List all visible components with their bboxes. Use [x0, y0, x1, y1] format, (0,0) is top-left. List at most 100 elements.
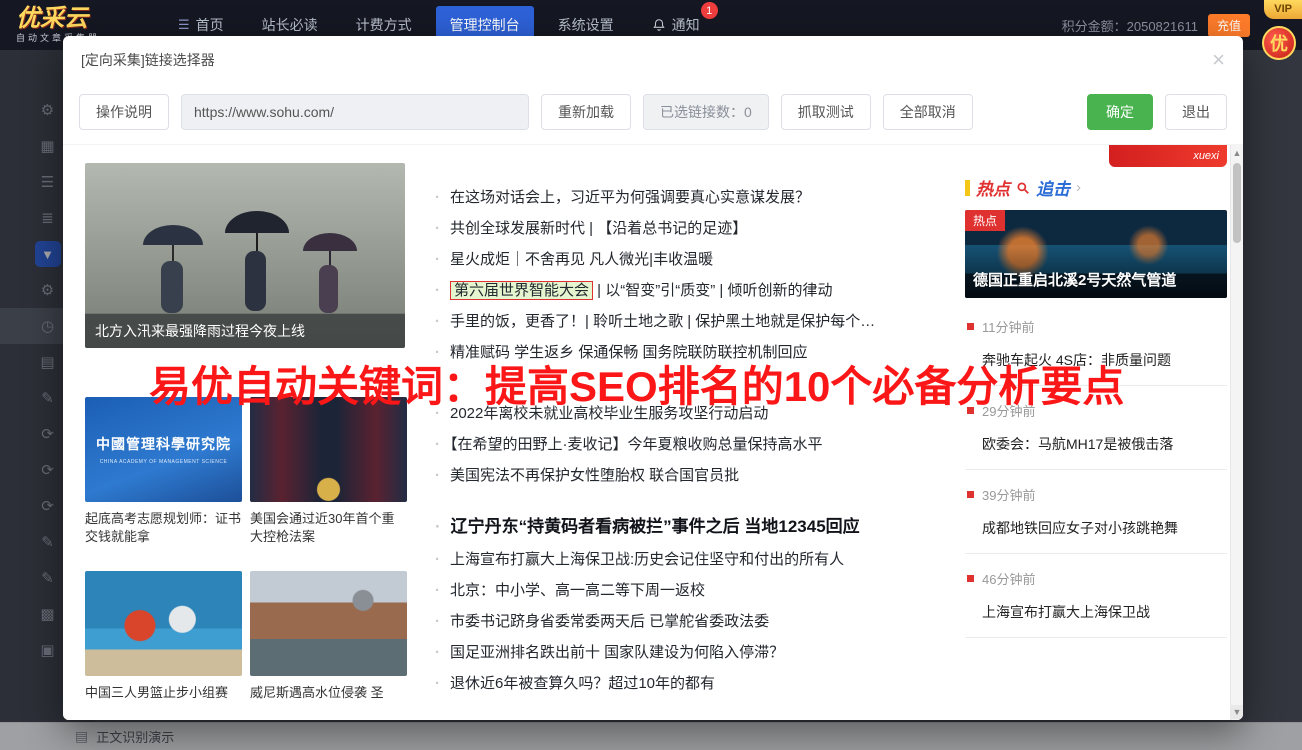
news-link[interactable]: · 美国宪法不再保护女性堕胎权 联合国官员批 [435, 459, 1010, 490]
hot-list-item[interactable]: 39分钟前成都地铁回应女子对小孩跳艳舞 [965, 470, 1227, 554]
news-link[interactable]: · 北京：中小学、高一高二等下周一返校 [435, 574, 1010, 605]
thumbnail-caption[interactable]: 起底高考志愿规划师：证书交钱就能拿 [85, 510, 242, 547]
promo-banner[interactable]: xuexi [1109, 145, 1227, 167]
bullet-dot: · [435, 582, 440, 599]
reload-button[interactable]: 重新加载 [541, 94, 631, 130]
selected-link-highlight: 第六届世界智能大会 [450, 281, 593, 300]
news-link[interactable]: ·【在希望的田野上·麦收记】今年夏粮收购总量保持高水平 [435, 428, 1010, 459]
news-title: 辽宁丹东“持黄码者看病被拦”事件之后 当地12345回应 [451, 517, 860, 536]
screen: ⚙▦☰≣▼⚙◷▤✎⟳⟳⟳✎✎▩▣ ▤ 正文识别演示 优采云 自动文章采集器 ☰首… [0, 0, 1302, 750]
bullet-dot: · [435, 189, 440, 206]
hot-header-bar [965, 180, 970, 196]
bullet-dot: · [435, 675, 440, 692]
hot-time-row: 11分钟前 [967, 317, 1225, 336]
red-square-bullet [967, 491, 974, 498]
news-title: 上海宣布打赢大上海保卫战:历史会记住坚守和付出的所有人 [450, 551, 844, 568]
hot-header-label-1: 热点 [976, 175, 1010, 200]
content-scrollbar[interactable]: ▲ ▼ [1230, 145, 1243, 720]
thumbnail-caption[interactable]: 中国三人男篮止步小组赛 [85, 684, 242, 720]
news-link[interactable]: · 辽宁丹东“持黄码者看病被拦”事件之后 当地12345回应 [435, 506, 1010, 543]
scroll-up-icon[interactable]: ▲ [1231, 146, 1243, 160]
bullet-dot: · [435, 436, 440, 453]
news-thumbnail[interactable]: 中国三人男篮止步小组赛 [85, 571, 242, 720]
url-input[interactable] [181, 94, 529, 130]
bullet-dot: · [435, 644, 440, 661]
hot-header[interactable]: 热点 追击 › [965, 175, 1227, 200]
hot-item-title[interactable]: 成都地铁回应女子对小孩跳艳舞 [967, 518, 1225, 538]
help-button[interactable]: 操作说明 [79, 94, 169, 130]
dialog-toolbar: 操作说明 重新加载 已选链接数：0 抓取测试 全部取消 确定 退出 [63, 84, 1243, 144]
hot-featured-story[interactable]: 热点 德国正重启北溪2号天然气管道 [965, 210, 1227, 298]
bullet-dot: · [435, 551, 440, 568]
news-link[interactable]: ·共创全球发展新时代 | 【沿着总书记的足迹】 [435, 212, 1010, 243]
hot-time-row: 46分钟前 [967, 569, 1225, 588]
news-title: 手里的饭，更香了！| 聆听土地之歌 | 保护黑土地就是保护每个… [450, 313, 875, 330]
news-link[interactable]: · 国足亚洲排名跌出前十 国家队建设为何陷入停滞？ [435, 636, 1010, 667]
news-link[interactable]: ·退休近6年被查算久吗？超过10年的都有 [435, 667, 1010, 698]
nav-label: 系统设置 [558, 15, 614, 35]
bullet-dot: · [435, 613, 440, 630]
hot-featured-caption: 德国正重启北溪2号天然气管道 [965, 247, 1227, 298]
news-link[interactable]: ·在这场对话会上，习近平为何强调要真心实意谋发展？ [435, 181, 1010, 212]
news-link[interactable]: · 市委书记跻身省委常委两天后 已掌舵省委政法委 [435, 605, 1010, 636]
main-photo-caption[interactable]: 北方入汛来最强降雨过程今夜上线 [85, 314, 405, 348]
bullet-dot: · [435, 282, 440, 299]
close-icon[interactable]: × [1212, 49, 1225, 71]
news-title: 市委书记跻身省委常委两天后 已掌舵省委政法委 [450, 613, 769, 630]
hot-time-label: 46分钟前 [982, 569, 1035, 588]
grab-test-button[interactable]: 抓取测试 [781, 94, 871, 130]
hot-header-label-2: 追击 [1036, 175, 1070, 200]
hot-tag: 热点 [965, 210, 1005, 231]
menu-icon: ☰ [178, 17, 190, 33]
seo-watermark: 易优自动关键词：提高SEO排名的10个必备分析要点 [149, 353, 1124, 414]
confirm-button[interactable]: 确定 [1087, 94, 1153, 130]
cancel-all-button[interactable]: 全部取消 [883, 94, 973, 130]
hot-item-title[interactable]: 欧委会：马航MH17是被俄击落 [967, 434, 1225, 454]
hot-time-label: 39分钟前 [982, 485, 1035, 504]
red-square-bullet [967, 323, 974, 330]
bullet-dot: · [435, 313, 440, 330]
link-selector-dialog: [定向采集]链接选择器 × 操作说明 重新加载 已选链接数：0 抓取测试 全部取… [63, 36, 1243, 720]
news-thumbnail[interactable]: 威尼斯遇高水位侵袭 圣 [250, 571, 407, 720]
recharge-button[interactable]: 充值 [1208, 14, 1250, 37]
exit-button[interactable]: 退出 [1165, 94, 1227, 130]
thumbnail-caption[interactable]: 威尼斯遇高水位侵袭 圣 [250, 684, 407, 720]
points-balance: 积分金额：2050821611 [1062, 16, 1198, 35]
selected-count-button[interactable]: 已选链接数：0 [643, 94, 769, 130]
academy-image-title: 中國管理科學研究院 [96, 434, 231, 454]
news-link[interactable]: · 手里的饭，更香了！| 聆听土地之歌 | 保护黑土地就是保护每个… [435, 305, 1010, 336]
main-news-photo[interactable]: 北方入汛来最强降雨过程今夜上线 [85, 163, 405, 348]
scroll-down-icon[interactable]: ▼ [1231, 705, 1243, 719]
news-title: 共创全球发展新时代 | 【沿着总书记的足迹】 [450, 220, 747, 237]
bullet-dot: · [435, 517, 441, 536]
news-list: ·在这场对话会上，习近平为何强调要真心实意谋发展？·共创全球发展新时代 | 【沿… [435, 181, 1010, 698]
hot-item-title[interactable]: 上海宣布打赢大上海保卫战 [967, 602, 1225, 622]
nav-label: 计费方式 [356, 15, 412, 35]
nav-label: 站长必读 [262, 15, 318, 35]
news-title: 国足亚洲排名跌出前十 国家队建设为何陷入停滞？ [450, 644, 784, 661]
news-thumbnail[interactable]: 美国会通过近30年首个重大控枪法案 [250, 397, 407, 547]
brand-seal: 优 [1262, 26, 1296, 60]
news-thumbnail[interactable]: 中國管理科學研究院 CHINA ACADEMY OF MANAGEMENT SCI… [85, 397, 242, 547]
news-link[interactable]: ·第六届世界智能大会 | 以“智变”引“质变” | 倾听创新的律动 [435, 274, 1010, 305]
academy-image-subtitle: CHINA ACADEMY OF MANAGEMENT SCIENCE [100, 459, 228, 465]
hot-time-label: 11分钟前 [982, 317, 1035, 336]
red-square-bullet [967, 575, 974, 582]
basketball-image [85, 571, 242, 676]
news-title: 美国宪法不再保护女性堕胎权 联合国官员批 [450, 467, 739, 484]
chevron-right-icon: › [1076, 179, 1081, 196]
news-link[interactable]: · 星火成炬｜不舍再见 凡人微光|丰收温暖 [435, 243, 1010, 274]
logo-text: 优采云 [16, 7, 100, 31]
dialog-title: [定向采集]链接选择器 [81, 50, 215, 70]
hot-time-row: 39分钟前 [967, 485, 1225, 504]
notification-badge: 1 [701, 2, 718, 19]
bullet-dot: · [435, 467, 440, 484]
scrollbar-thumb[interactable] [1233, 163, 1241, 243]
thumbnail-caption[interactable]: 美国会通过近30年首个重大控枪法案 [250, 510, 407, 547]
news-title: 星火成炬｜不舍再见 凡人微光|丰收温暖 [450, 251, 713, 268]
hot-list-item[interactable]: 46分钟前上海宣布打赢大上海保卫战 [965, 554, 1227, 638]
news-title: 北京：中小学、高一高二等下周一返校 [450, 582, 705, 599]
bullet-dot: · [435, 251, 440, 268]
news-link[interactable]: · 上海宣布打赢大上海保卫战:历史会记住坚守和付出的所有人 [435, 543, 1010, 574]
nav-label: 通知 [672, 15, 700, 35]
